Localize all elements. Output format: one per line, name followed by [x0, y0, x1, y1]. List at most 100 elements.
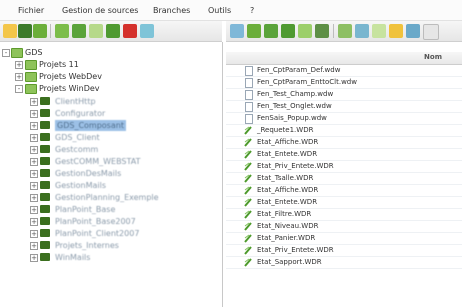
file-row[interactable]: Etat_Sapport.WDR [226, 257, 462, 269]
file-row[interactable]: Etat_Filtre.WDR [226, 209, 462, 221]
branch-icon[interactable] [33, 24, 47, 38]
view-icon[interactable] [372, 24, 386, 38]
checkout-icon[interactable] [55, 24, 69, 38]
expand-icon[interactable]: + [30, 158, 38, 166]
expand-icon[interactable]: + [30, 134, 38, 142]
expand-icon[interactable]: + [30, 146, 38, 154]
toolbar-separator [333, 24, 334, 38]
file-row[interactable]: Fen_CptParam_EnttoClt.wdw [226, 77, 462, 89]
checkout-icon[interactable] [247, 24, 261, 38]
file-list-header[interactable]: Nom [226, 52, 462, 65]
file-name: FenSais_Popup.wdw [257, 114, 327, 122]
tree-label: GestionPlanning_Exemple [55, 193, 159, 202]
menu-branches[interactable]: Branches [153, 6, 190, 15]
file-row[interactable]: Etat_Affiche.WDR [226, 137, 462, 149]
tree-label: Projets 11 [39, 60, 79, 69]
file-row[interactable]: FenSais_Popup.wdw [226, 113, 462, 125]
file-row[interactable]: Etat_Niveau.WDR [226, 221, 462, 233]
tree-row-projets-11[interactable]: + Projets 11 [0, 59, 222, 71]
tree-row-project[interactable]: + PlanPoint_Client2007 [0, 228, 222, 240]
menu-outils[interactable]: Outils [208, 6, 231, 15]
file-name: _Requete1.WDR [257, 126, 314, 134]
up-folder-icon[interactable] [230, 24, 244, 38]
file-name: Etat_Tsalle.WDR [257, 174, 314, 182]
compare-icon[interactable] [298, 24, 312, 38]
history-icon[interactable] [315, 24, 329, 38]
file-row[interactable]: Etat_Affiche.WDR [226, 185, 462, 197]
tree-row-project[interactable]: + GestionMails [0, 180, 222, 192]
more-icon[interactable] [423, 24, 439, 40]
tree-label: GestCOMM_WEBSTAT [55, 157, 141, 166]
checkin-icon[interactable] [264, 24, 278, 38]
properties-icon[interactable] [338, 24, 352, 38]
expand-icon[interactable]: + [30, 218, 38, 226]
expand-icon[interactable]: + [30, 110, 38, 118]
folder-open-icon[interactable] [140, 24, 154, 38]
file-row[interactable]: Etat_Tsalle.WDR [226, 173, 462, 185]
tree-row-project[interactable]: + Configurator [0, 108, 222, 120]
expand-icon[interactable]: + [30, 182, 38, 190]
tree-row-project[interactable]: + PlanPoint_Base [0, 204, 222, 216]
expand-icon[interactable]: + [15, 61, 23, 69]
file-row[interactable]: Etat_Priv_Entete.WDR [226, 245, 462, 257]
star-icon[interactable] [3, 24, 17, 38]
menu-gestion-de-sources[interactable]: Gestion de sources [62, 6, 138, 15]
project-icon [40, 253, 50, 261]
tree-row-project[interactable]: + ClientHttp [0, 96, 222, 108]
tree-row-project[interactable]: + PlanPoint_Base2007 [0, 216, 222, 228]
menu-fichier[interactable]: Fichier [18, 6, 44, 15]
expand-icon[interactable]: + [30, 206, 38, 214]
tree-row-projets-webdev[interactable]: + Projets WebDev [0, 71, 222, 83]
expand-icon[interactable]: + [30, 98, 38, 106]
tree-row-gds[interactable]: - GDS [0, 47, 222, 59]
file-row[interactable]: _Requete1.WDR [226, 125, 462, 137]
folder-icon [11, 48, 23, 58]
tree-row-project[interactable]: + Gestcomm [0, 144, 222, 156]
report-icon [244, 150, 252, 159]
tree-row-project[interactable]: + GDS_Client [0, 132, 222, 144]
refresh-icon[interactable] [89, 24, 103, 38]
settings-icon[interactable] [389, 24, 403, 38]
file-row[interactable]: Etat_Priv_Entete.WDR [226, 161, 462, 173]
tree-row-project[interactable]: + GestionPlanning_Exemple [0, 192, 222, 204]
file-row[interactable]: Etat_Panier.WDR [226, 233, 462, 245]
report-icon [244, 126, 252, 135]
menu-help[interactable]: ? [250, 6, 254, 15]
collapse-icon[interactable]: - [2, 49, 10, 57]
checkin-icon[interactable] [72, 24, 86, 38]
tree-label: PlanPoint_Client2007 [55, 229, 140, 238]
tree-row-project[interactable]: + Projets_Internes [0, 240, 222, 252]
file-row[interactable]: Fen_Test_Onglet.wdw [226, 101, 462, 113]
file-row[interactable]: Etat_Entete.WDR [226, 197, 462, 209]
export-icon[interactable] [406, 24, 420, 38]
add-file-icon[interactable] [281, 24, 295, 38]
tree-label: Configurator [55, 109, 106, 118]
delete-icon[interactable] [123, 24, 137, 38]
collapse-icon[interactable]: - [15, 85, 23, 93]
project-icon [40, 193, 50, 201]
tree-row-project[interactable]: + WinMails [0, 252, 222, 264]
file-name: Fen_CptParam_Def.wdw [257, 66, 341, 74]
tree-row-project[interactable]: + GestionDesMails [0, 168, 222, 180]
left-toolbar [0, 21, 222, 42]
tree-row-project-selected[interactable]: + GDS_Composant [0, 120, 222, 132]
file-row[interactable]: Fen_CptParam_Def.wdw [226, 65, 462, 77]
expand-icon[interactable]: + [30, 254, 38, 262]
explorer-icon[interactable] [355, 24, 369, 38]
history-icon[interactable] [106, 24, 120, 38]
expand-icon[interactable]: + [30, 170, 38, 178]
expand-icon[interactable]: + [30, 230, 38, 238]
tree-row-project[interactable]: + GestCOMM_WEBSTAT [0, 156, 222, 168]
menu-bar: Fichier Gestion de sources Branches Outi… [0, 0, 462, 21]
project-icon [40, 169, 50, 177]
expand-icon[interactable]: + [30, 122, 38, 130]
project-icon[interactable] [18, 24, 32, 38]
expand-icon[interactable]: + [15, 73, 23, 81]
file-row[interactable]: Fen_Test_Champ.wdw [226, 89, 462, 101]
column-header-nom[interactable]: Nom [424, 53, 442, 61]
tree-row-projets-windev[interactable]: - Projets WinDev [0, 83, 222, 95]
file-row[interactable]: Etat_Entete.WDR [226, 149, 462, 161]
expand-icon[interactable]: + [30, 194, 38, 202]
project-icon [40, 241, 50, 249]
expand-icon[interactable]: + [30, 242, 38, 250]
